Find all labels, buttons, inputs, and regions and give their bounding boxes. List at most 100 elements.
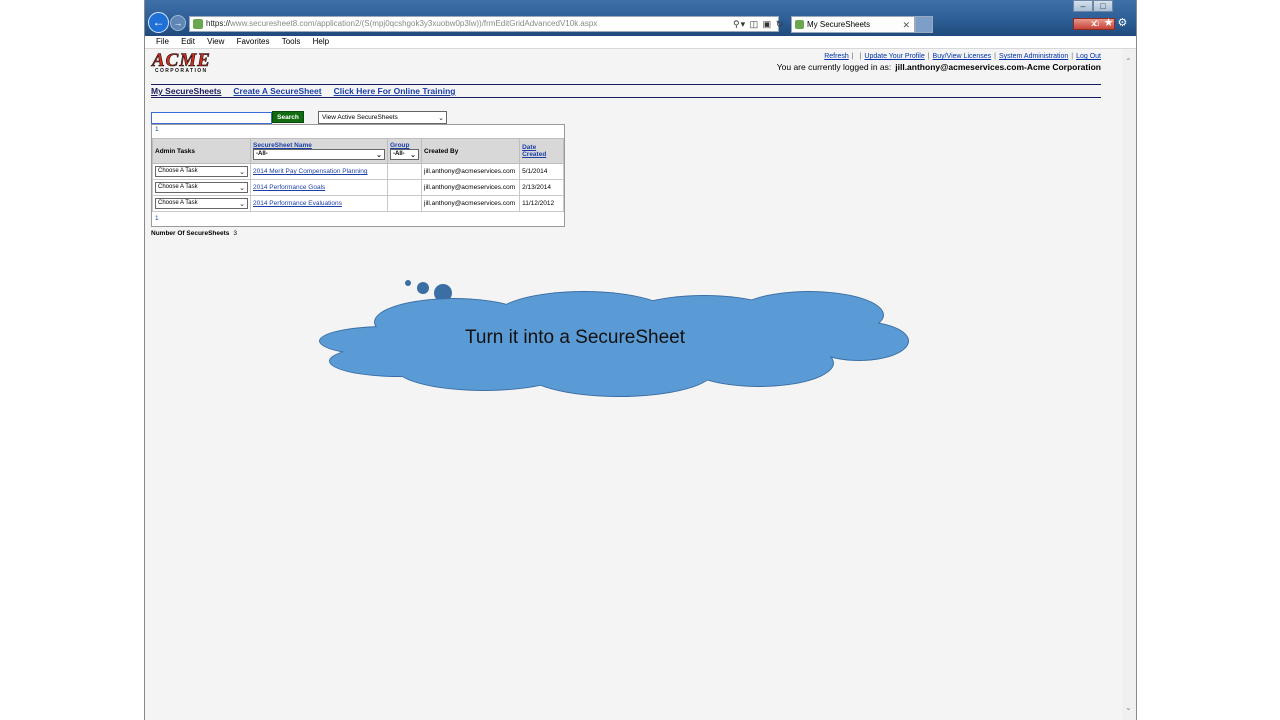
- name-cell: 2014 Merit Pay Compensation Planning: [250, 163, 388, 180]
- count-value: 3: [233, 230, 238, 237]
- header-created-by: Created By: [420, 138, 521, 164]
- menu-edit[interactable]: Edit: [181, 37, 195, 46]
- sort-by-date-link[interactable]: Date Created: [522, 144, 546, 158]
- date-cell: 5/1/2014: [519, 163, 564, 180]
- nav-my-securesheets[interactable]: My SecureSheets: [151, 86, 221, 96]
- home-icon[interactable]: ⌂: [1093, 17, 1104, 29]
- header-group: Group -All- ⌄: [387, 138, 422, 164]
- chevron-down-icon: ⌄: [438, 115, 444, 122]
- refresh-link[interactable]: Refresh: [824, 53, 849, 60]
- url-text: https://www.securesheet8.com/application…: [206, 19, 598, 28]
- task-cell: Choose A Task ⌄: [152, 163, 251, 180]
- name-cell: 2014 Performance Evaluations: [250, 195, 388, 212]
- securesheets-table: Admin Tasks SecureSheet Name -All- ⌄ Grou…: [152, 138, 564, 212]
- maximize-button[interactable]: □: [1093, 0, 1113, 12]
- login-user: jill.anthony@acmeservices.com-Acme Corpo…: [895, 62, 1101, 72]
- task-select-value: Choose A Task: [158, 184, 198, 190]
- date-cell: 2/13/2014: [519, 179, 564, 196]
- nav-create-securesheet[interactable]: Create A SecureSheet: [233, 86, 321, 96]
- task-select-value: Choose A Task: [158, 168, 198, 174]
- group-cell: [387, 179, 422, 196]
- task-cell: Choose A Task ⌄: [152, 179, 251, 196]
- sort-by-group-link[interactable]: Group: [390, 142, 410, 149]
- sort-by-name-link[interactable]: SecureSheet Name: [253, 142, 312, 149]
- date-cell: 11/12/2012: [519, 195, 564, 212]
- page-content: ACME CORPORATION Refresh | | Update Your Pr…: [145, 49, 1123, 720]
- name-filter-select[interactable]: -All- ⌄: [253, 149, 385, 160]
- view-filter-value: View Active SecureSheets: [322, 114, 398, 121]
- new-tab-button[interactable]: [915, 16, 933, 33]
- group-cell: [387, 195, 422, 212]
- chevron-down-icon: ⌄: [239, 185, 245, 192]
- window-controls: – □✕: [1073, 0, 1136, 30]
- chevron-down-icon: ⌄: [410, 152, 416, 159]
- menu-favorites[interactable]: Favorites: [237, 37, 270, 46]
- system-admin-link[interactable]: System Administration: [999, 53, 1068, 60]
- nav-divider-bottom: [151, 97, 1101, 98]
- logo-wordmark: ACME: [152, 50, 211, 71]
- address-bar[interactable]: https://www.securesheet8.com/application…: [189, 16, 779, 32]
- task-select[interactable]: Choose A Task ⌄: [155, 166, 248, 177]
- compat-icon[interactable]: ◫: [750, 19, 760, 29]
- name-cell: 2014 Performance Goals: [250, 179, 388, 196]
- login-status: You are currently logged in as: jill.anth…: [777, 62, 1101, 73]
- securesheets-grid: 1 Admin Tasks SecureSheet Name -All- ⌄ Gr…: [151, 124, 565, 227]
- header-securesheet-name: SecureSheet Name -All- ⌄: [250, 138, 388, 164]
- menu-tools[interactable]: Tools: [282, 37, 301, 46]
- callout-text: Turn it into a SecureSheet: [465, 327, 686, 348]
- browser-toolbar-icons: ⌂★⚙: [1093, 16, 1131, 29]
- table-row: Choose A Task ⌄ 2014 Performance Evaluati…: [152, 195, 564, 212]
- securesheet-link[interactable]: 2014 Performance Goals: [253, 184, 325, 191]
- logout-link[interactable]: Log Out: [1076, 53, 1101, 60]
- vertical-scrollbar[interactable]: ⌃ ⌄: [1122, 49, 1136, 720]
- securesheet-link[interactable]: 2014 Performance Evaluations: [253, 200, 342, 207]
- pager-top[interactable]: 1: [155, 126, 159, 133]
- group-cell: [387, 163, 422, 180]
- site-icon: [193, 19, 203, 29]
- nav-divider-top: [151, 84, 1101, 85]
- favorites-star-icon[interactable]: ★: [1104, 17, 1118, 29]
- address-icons: ⚲▾ ◫ ▣ ↻: [733, 16, 784, 32]
- back-button[interactable]: ←: [148, 12, 169, 33]
- search-button[interactable]: Search: [272, 111, 304, 123]
- refresh-icon[interactable]: ↻: [776, 19, 785, 29]
- header-admin-tasks: Admin Tasks: [152, 138, 251, 164]
- search-input[interactable]: [151, 112, 272, 124]
- lock-icon[interactable]: ▣: [763, 19, 773, 29]
- table-header-row: Admin Tasks SecureSheet Name -All- ⌄ Grou…: [152, 138, 564, 164]
- settings-gear-icon[interactable]: ⚙: [1118, 17, 1132, 29]
- menu-help[interactable]: Help: [313, 37, 329, 46]
- nav-online-training[interactable]: Click Here For Online Training: [334, 86, 456, 96]
- thought-bubble-small: [405, 280, 411, 286]
- search-icon[interactable]: ⚲▾: [733, 19, 746, 29]
- group-filter-select[interactable]: -All- ⌄: [390, 149, 419, 160]
- view-filter-select[interactable]: View Active SecureSheets ⌄: [318, 111, 447, 124]
- menu-view[interactable]: View: [207, 37, 224, 46]
- created-by-cell: jill.anthony@acmeservices.com: [420, 179, 521, 196]
- tab-my-securesheets[interactable]: My SecureSheets ✕: [791, 16, 915, 33]
- acme-logo: ACME CORPORATION: [152, 50, 250, 74]
- update-profile-link[interactable]: Update Your Profile: [864, 53, 924, 60]
- securesheet-link[interactable]: 2014 Merit Pay Compensation Planning: [253, 168, 368, 175]
- task-select[interactable]: Choose A Task ⌄: [155, 182, 248, 193]
- scroll-up-icon[interactable]: ⌃: [1125, 57, 1132, 66]
- group-filter-value: -All-: [393, 151, 405, 157]
- forward-button[interactable]: →: [170, 15, 186, 31]
- tab-title: My SecureSheets: [807, 20, 871, 29]
- link-separator: |: [851, 53, 854, 60]
- minimize-button[interactable]: –: [1073, 0, 1093, 12]
- chevron-down-icon: ⌄: [376, 152, 382, 159]
- scroll-down-icon[interactable]: ⌄: [1125, 703, 1132, 712]
- licenses-link[interactable]: Buy/View Licenses: [933, 53, 992, 60]
- main-nav: My SecureSheets Create A SecureSheet Click…: [151, 86, 467, 97]
- pager-bottom[interactable]: 1: [155, 215, 159, 222]
- chevron-down-icon: ⌄: [239, 169, 245, 176]
- created-by-cell: jill.anthony@acmeservices.com: [420, 163, 521, 180]
- tab-close-icon[interactable]: ✕: [902, 17, 910, 33]
- task-select[interactable]: Choose A Task ⌄: [155, 198, 248, 209]
- task-select-value: Choose A Task: [158, 200, 198, 206]
- menu-file[interactable]: File: [156, 37, 169, 46]
- chevron-down-icon: ⌄: [239, 201, 245, 208]
- table-row: Choose A Task ⌄ 2014 Merit Pay Compensati…: [152, 163, 564, 180]
- login-label: You are currently logged in as:: [776, 62, 892, 72]
